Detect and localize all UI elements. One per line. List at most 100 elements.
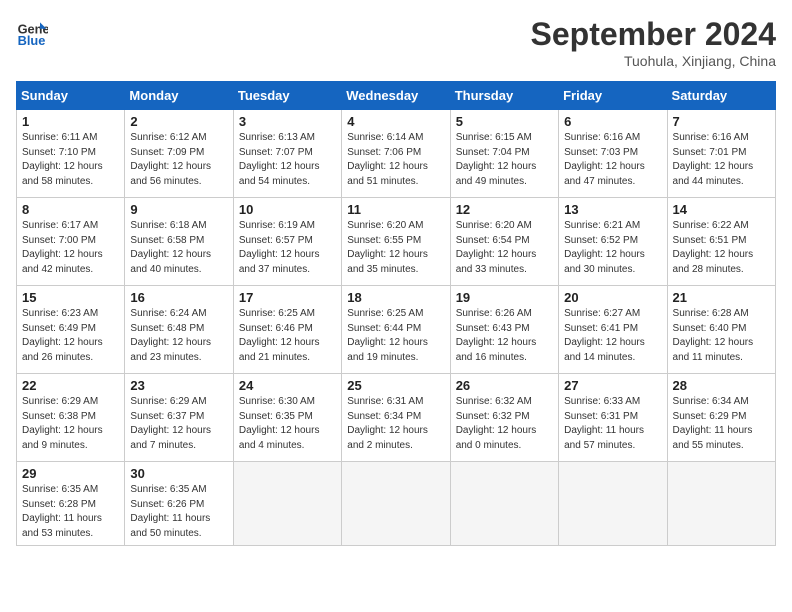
day-number: 27 (564, 378, 661, 393)
day-number: 13 (564, 202, 661, 217)
calendar-cell: 28 Sunrise: 6:34 AMSunset: 6:29 PMDayligh… (667, 374, 775, 462)
calendar-cell (342, 462, 450, 546)
calendar-cell: 30 Sunrise: 6:35 AMSunset: 6:26 PMDayligh… (125, 462, 233, 546)
cell-details: Sunrise: 6:13 AMSunset: 7:07 PMDaylight:… (239, 131, 336, 189)
calendar-cell: 16 Sunrise: 6:24 AMSunset: 6:48 PMDayligh… (125, 286, 233, 374)
calendar-cell: 19Sunrise: 6:26 AMSunset: 6:43 PMDayligh… (450, 286, 558, 374)
calendar-cell (559, 462, 667, 546)
cell-details: Sunrise: 6:18 AMSunset: 6:58 PMDaylight:… (130, 219, 227, 277)
cell-details: Sunrise: 6:16 AMSunset: 7:01 PMDaylight:… (673, 131, 770, 189)
cell-details: Sunrise: 6:25 AMSunset: 6:46 PMDaylight:… (239, 307, 336, 365)
day-number: 11 (347, 202, 444, 217)
cell-details: Sunrise: 6:20 AMSunset: 6:54 PMDaylight:… (456, 219, 553, 277)
cell-details: Sunrise: 6:23 AMSunset: 6:49 PMDaylight:… (22, 307, 119, 365)
calendar-cell: 23 Sunrise: 6:29 AMSunset: 6:37 PMDayligh… (125, 374, 233, 462)
logo-icon: General Blue (16, 16, 48, 48)
cell-details: Sunrise: 6:30 AMSunset: 6:35 PMDaylight:… (239, 395, 336, 453)
svg-text:Blue: Blue (18, 33, 46, 48)
day-number: 22 (22, 378, 119, 393)
cell-details: Sunrise: 6:35 AMSunset: 6:28 PMDaylight:… (22, 483, 119, 541)
calendar-cell: 25Sunrise: 6:31 AMSunset: 6:34 PMDayligh… (342, 374, 450, 462)
weekday-header-thursday: Thursday (450, 82, 558, 110)
cell-details: Sunrise: 6:15 AMSunset: 7:04 PMDaylight:… (456, 131, 553, 189)
calendar-cell (233, 462, 341, 546)
calendar-cell: 7 Sunrise: 6:16 AMSunset: 7:01 PMDaylight… (667, 110, 775, 198)
day-number: 24 (239, 378, 336, 393)
calendar-table: SundayMondayTuesdayWednesdayThursdayFrid… (16, 81, 776, 546)
cell-details: Sunrise: 6:25 AMSunset: 6:44 PMDaylight:… (347, 307, 444, 365)
calendar-cell: 12 Sunrise: 6:20 AMSunset: 6:54 PMDayligh… (450, 198, 558, 286)
day-number: 14 (673, 202, 770, 217)
day-number: 19 (456, 290, 553, 305)
calendar-cell: 8Sunrise: 6:17 AMSunset: 7:00 PMDaylight… (17, 198, 125, 286)
location-subtitle: Tuohula, Xinjiang, China (531, 53, 776, 69)
cell-details: Sunrise: 6:35 AMSunset: 6:26 PMDaylight:… (130, 483, 227, 541)
day-number: 18 (347, 290, 444, 305)
cell-details: Sunrise: 6:22 AMSunset: 6:51 PMDaylight:… (673, 219, 770, 277)
title-block: September 2024 Tuohula, Xinjiang, China (531, 16, 776, 69)
cell-details: Sunrise: 6:14 AMSunset: 7:06 PMDaylight:… (347, 131, 444, 189)
cell-details: Sunrise: 6:19 AMSunset: 6:57 PMDaylight:… (239, 219, 336, 277)
cell-details: Sunrise: 6:20 AMSunset: 6:55 PMDaylight:… (347, 219, 444, 277)
calendar-cell: 27Sunrise: 6:33 AMSunset: 6:31 PMDayligh… (559, 374, 667, 462)
day-number: 10 (239, 202, 336, 217)
calendar-cell: 1Sunrise: 6:11 AMSunset: 7:10 PMDaylight… (17, 110, 125, 198)
month-title: September 2024 (531, 16, 776, 53)
day-number: 9 (130, 202, 227, 217)
page-header: General Blue September 2024 Tuohula, Xin… (16, 16, 776, 69)
weekday-header-wednesday: Wednesday (342, 82, 450, 110)
day-number: 25 (347, 378, 444, 393)
calendar-cell: 2 Sunrise: 6:12 AMSunset: 7:09 PMDaylight… (125, 110, 233, 198)
calendar-cell (450, 462, 558, 546)
calendar-cell: 20 Sunrise: 6:27 AMSunset: 6:41 PMDayligh… (559, 286, 667, 374)
day-number: 4 (347, 114, 444, 129)
day-number: 30 (130, 466, 227, 481)
cell-details: Sunrise: 6:29 AMSunset: 6:38 PMDaylight:… (22, 395, 119, 453)
calendar-cell: 22 Sunrise: 6:29 AMSunset: 6:38 PMDayligh… (17, 374, 125, 462)
calendar-cell: 6 Sunrise: 6:16 AMSunset: 7:03 PMDaylight… (559, 110, 667, 198)
day-number: 23 (130, 378, 227, 393)
calendar-cell (667, 462, 775, 546)
day-number: 7 (673, 114, 770, 129)
calendar-cell: 21 Sunrise: 6:28 AMSunset: 6:40 PMDayligh… (667, 286, 775, 374)
cell-details: Sunrise: 6:34 AMSunset: 6:29 PMDaylight:… (673, 395, 770, 453)
calendar-cell: 10 Sunrise: 6:19 AMSunset: 6:57 PMDayligh… (233, 198, 341, 286)
cell-details: Sunrise: 6:21 AMSunset: 6:52 PMDaylight:… (564, 219, 661, 277)
day-number: 17 (239, 290, 336, 305)
calendar-cell: 4 Sunrise: 6:14 AMSunset: 7:06 PMDaylight… (342, 110, 450, 198)
calendar-cell: 3 Sunrise: 6:13 AMSunset: 7:07 PMDaylight… (233, 110, 341, 198)
calendar-cell: 13 Sunrise: 6:21 AMSunset: 6:52 PMDayligh… (559, 198, 667, 286)
day-number: 2 (130, 114, 227, 129)
calendar-cell: 17 Sunrise: 6:25 AMSunset: 6:46 PMDayligh… (233, 286, 341, 374)
day-number: 16 (130, 290, 227, 305)
cell-details: Sunrise: 6:28 AMSunset: 6:40 PMDaylight:… (673, 307, 770, 365)
cell-details: Sunrise: 6:24 AMSunset: 6:48 PMDaylight:… (130, 307, 227, 365)
cell-details: Sunrise: 6:27 AMSunset: 6:41 PMDaylight:… (564, 307, 661, 365)
day-number: 21 (673, 290, 770, 305)
weekday-header-friday: Friday (559, 82, 667, 110)
day-number: 20 (564, 290, 661, 305)
day-number: 6 (564, 114, 661, 129)
cell-details: Sunrise: 6:16 AMSunset: 7:03 PMDaylight:… (564, 131, 661, 189)
cell-details: Sunrise: 6:12 AMSunset: 7:09 PMDaylight:… (130, 131, 227, 189)
weekday-header-monday: Monday (125, 82, 233, 110)
day-number: 12 (456, 202, 553, 217)
logo: General Blue (16, 16, 48, 48)
calendar-cell: 15 Sunrise: 6:23 AMSunset: 6:49 PMDayligh… (17, 286, 125, 374)
calendar-cell: 11 Sunrise: 6:20 AMSunset: 6:55 PMDayligh… (342, 198, 450, 286)
day-number: 5 (456, 114, 553, 129)
weekday-header-tuesday: Tuesday (233, 82, 341, 110)
weekday-header-saturday: Saturday (667, 82, 775, 110)
cell-details: Sunrise: 6:32 AMSunset: 6:32 PMDaylight:… (456, 395, 553, 453)
day-number: 26 (456, 378, 553, 393)
calendar-cell: 14 Sunrise: 6:22 AMSunset: 6:51 PMDayligh… (667, 198, 775, 286)
day-number: 15 (22, 290, 119, 305)
day-number: 3 (239, 114, 336, 129)
calendar-cell: 24 Sunrise: 6:30 AMSunset: 6:35 PMDayligh… (233, 374, 341, 462)
day-number: 1 (22, 114, 119, 129)
calendar-cell: 5 Sunrise: 6:15 AMSunset: 7:04 PMDaylight… (450, 110, 558, 198)
day-number: 28 (673, 378, 770, 393)
calendar-cell: 9 Sunrise: 6:18 AMSunset: 6:58 PMDaylight… (125, 198, 233, 286)
cell-details: Sunrise: 6:29 AMSunset: 6:37 PMDaylight:… (130, 395, 227, 453)
day-number: 8 (22, 202, 119, 217)
